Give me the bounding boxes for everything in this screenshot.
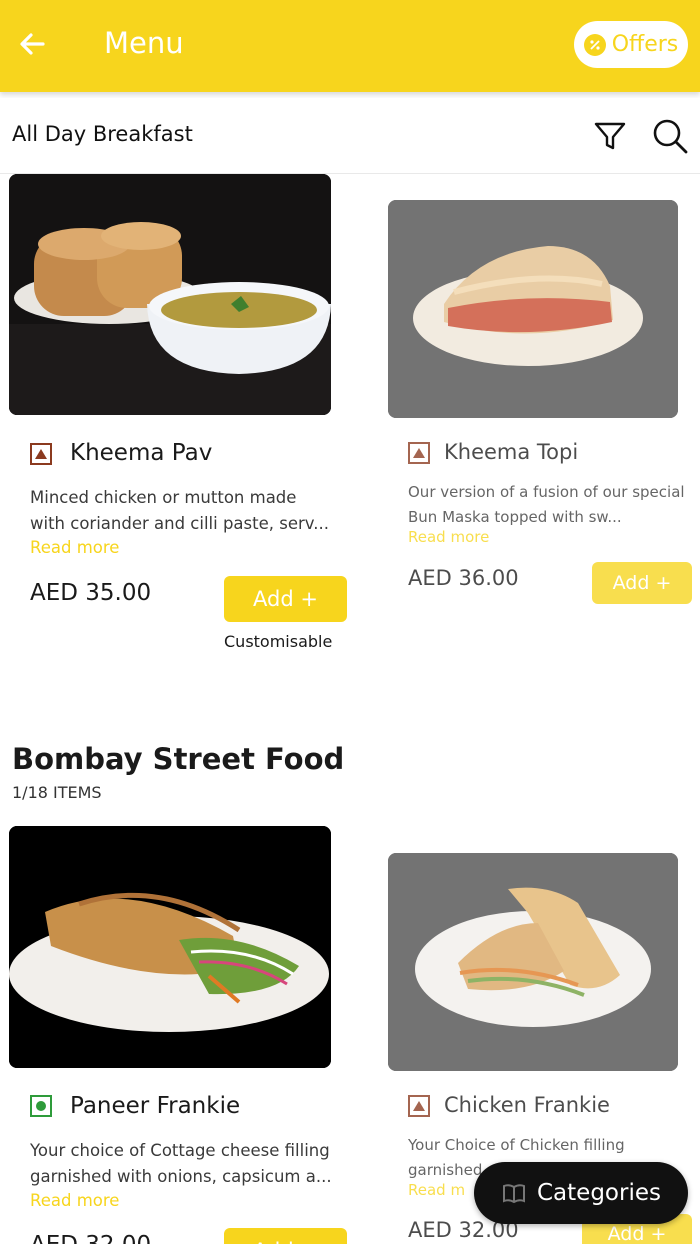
filter-button[interactable]	[592, 118, 628, 154]
veg-icon	[30, 1095, 52, 1117]
read-more-link[interactable]: Read more	[30, 538, 119, 557]
categories-button[interactable]: Categories	[474, 1162, 688, 1224]
back-button[interactable]	[14, 26, 50, 62]
item-image-chicken-frankie[interactable]	[388, 853, 678, 1071]
item-name: Chicken Frankie	[444, 1093, 610, 1117]
menu-book-icon	[503, 1184, 525, 1204]
add-button[interactable]: Add +	[592, 562, 692, 604]
page-title: Menu	[104, 26, 184, 60]
item-name: Kheema Topi	[444, 440, 579, 464]
non-veg-icon	[408, 1095, 430, 1117]
section-item-count: 1/18 ITEMS	[12, 783, 102, 802]
item-description: Minced chicken or mutton made with coria…	[30, 488, 329, 533]
add-button[interactable]: Add +	[224, 576, 347, 622]
read-more-link[interactable]: Read more	[408, 528, 489, 546]
item-description: Our version of a fusion of our special B…	[408, 483, 685, 526]
item-image-paneer-frankie[interactable]	[9, 826, 331, 1068]
offers-button[interactable]: Offers	[574, 21, 688, 68]
item-price: AED 35.00	[30, 580, 152, 606]
read-more-link[interactable]: Read m	[408, 1181, 465, 1199]
offers-label: Offers	[611, 32, 679, 57]
item-price: AED 36.00	[408, 566, 519, 590]
item-image-kheema-pav[interactable]	[9, 174, 331, 415]
customisable-note: Customisable	[224, 632, 333, 651]
current-category-title[interactable]: All Day Breakfast	[12, 122, 193, 146]
discount-icon	[583, 33, 606, 56]
item-name: Kheema Pav	[70, 440, 213, 466]
add-button[interactable]: Add +	[224, 1228, 347, 1244]
non-veg-icon	[408, 442, 430, 464]
search-icon	[653, 119, 688, 154]
item-price: AED 32.00	[30, 1232, 151, 1244]
read-more-link[interactable]: Read more	[30, 1191, 119, 1210]
item-description: Your choice of Cottage cheese filling ga…	[30, 1141, 332, 1186]
categories-label: Categories	[537, 1180, 661, 1206]
section-title: Bombay Street Food	[12, 742, 345, 776]
item-image-kheema-topi[interactable]	[388, 200, 678, 418]
app-bar: Menu Offers	[0, 0, 700, 92]
filter-icon	[594, 122, 626, 150]
search-button[interactable]	[650, 116, 690, 156]
arrow-left-icon	[20, 33, 45, 55]
item-name: Paneer Frankie	[70, 1093, 241, 1119]
non-veg-icon	[30, 443, 52, 465]
